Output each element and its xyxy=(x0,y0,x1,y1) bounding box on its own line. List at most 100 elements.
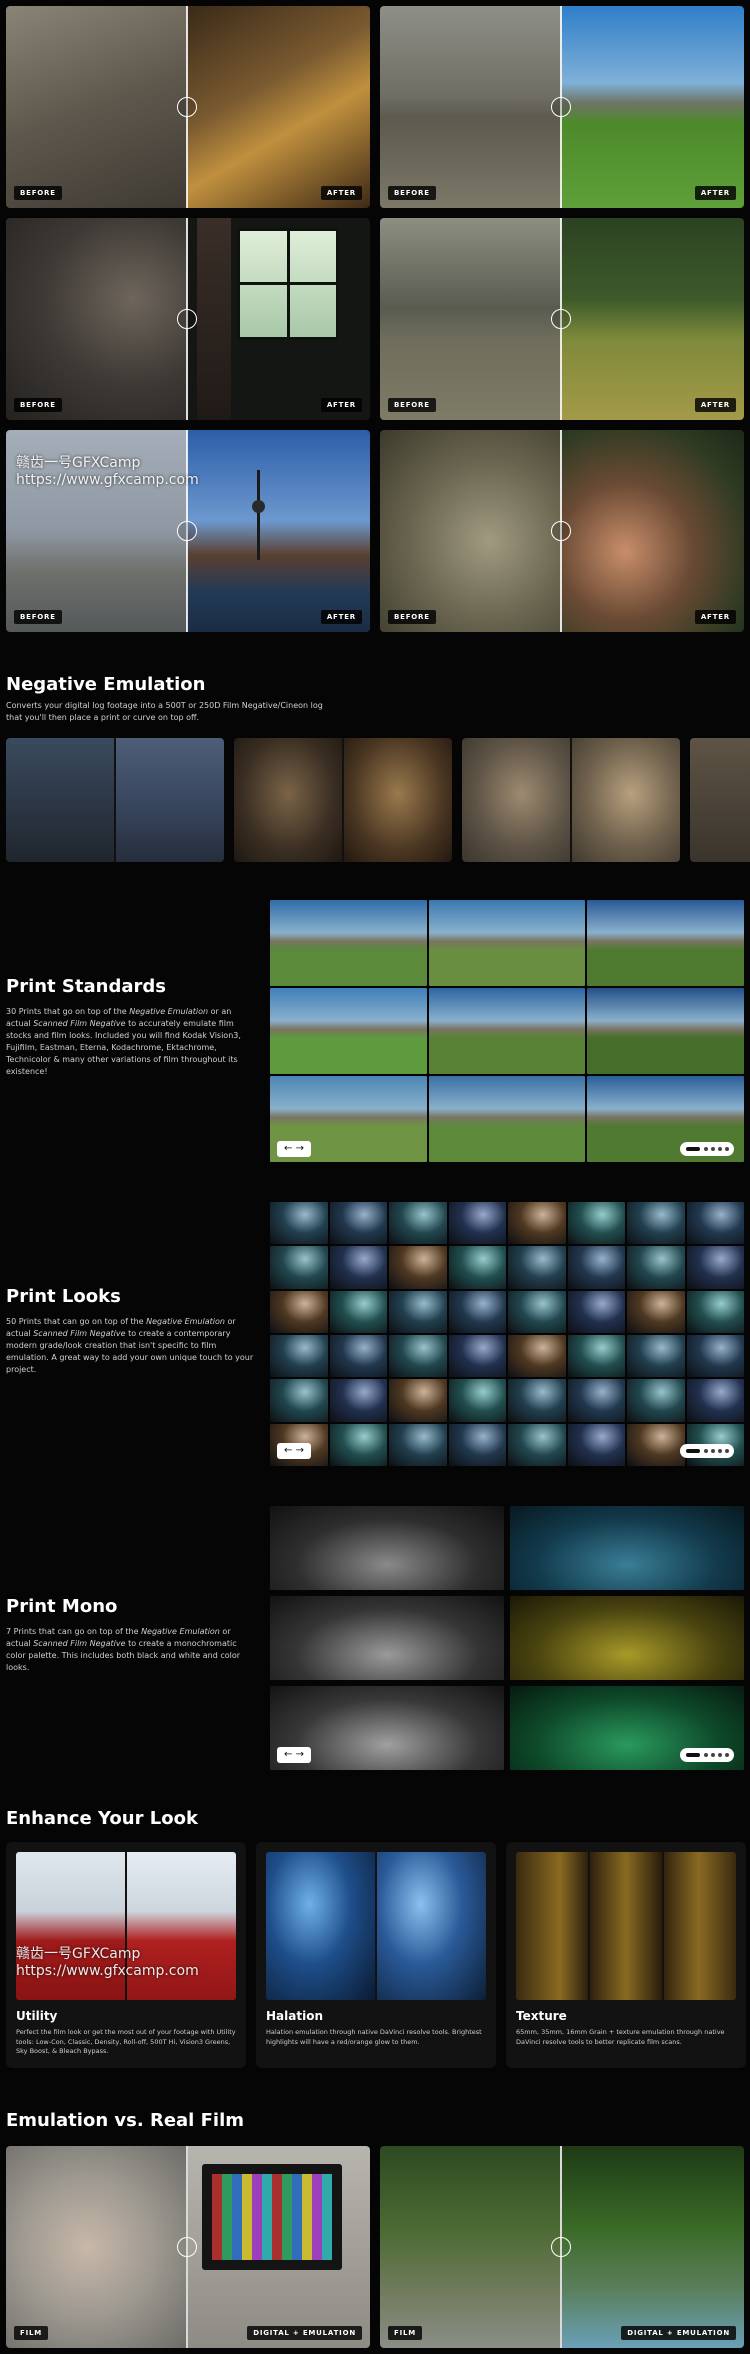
print-look-thumb xyxy=(270,1246,328,1289)
print-look-thumb xyxy=(686,1202,744,1245)
before-after-grid: BEFORE AFTER BEFORE AFTER BEFORE AFTER B… xyxy=(6,6,744,632)
slider-handle[interactable] xyxy=(177,309,197,329)
negative-sample-portrait[interactable] xyxy=(462,738,680,862)
print-look-thumb xyxy=(270,1379,328,1422)
print-look-thumb xyxy=(627,1290,685,1333)
negative-sample-dinner[interactable] xyxy=(234,738,452,862)
card-halation[interactable]: Halation Halation emulation through nati… xyxy=(256,1842,496,2068)
before-label: BEFORE xyxy=(14,186,62,200)
print-mono-pagination[interactable] xyxy=(680,1748,734,1762)
slider-handle[interactable] xyxy=(551,2237,571,2257)
after-label: AFTER xyxy=(320,610,362,624)
print-standard-thumb xyxy=(270,900,427,986)
film-label: FILM xyxy=(388,2326,423,2340)
texture-title: Texture xyxy=(516,2009,567,2023)
card-texture[interactable]: Texture 65mm, 35mm, 16mm Grain + texture… xyxy=(506,1842,746,2068)
before-image xyxy=(380,6,561,208)
watermark-line1: 赣齿一号GFXCamp xyxy=(16,455,141,471)
print-standards-grid xyxy=(270,900,744,1162)
utility-desc: Perfect the film look or get the most ou… xyxy=(16,2028,236,2055)
print-look-thumb xyxy=(329,1379,387,1422)
print-standards-desc: 30 Prints that go on top of the Negative… xyxy=(6,1007,241,1076)
print-look-thumb xyxy=(389,1290,447,1333)
comparison-mountain-field[interactable]: BEFORE AFTER xyxy=(380,6,744,208)
mono-thumb xyxy=(270,1596,504,1680)
before-label: BEFORE xyxy=(14,398,62,412)
utility-title: Utility xyxy=(16,2009,58,2023)
print-look-thumb xyxy=(567,1202,625,1245)
print-standards-arrows[interactable]: ← → xyxy=(277,1141,311,1157)
after-label: AFTER xyxy=(694,610,736,624)
mono-thumb xyxy=(270,1506,504,1590)
print-look-thumb xyxy=(329,1423,387,1466)
negative-sample-street[interactable] xyxy=(6,738,224,862)
after-label: AFTER xyxy=(320,186,362,200)
print-look-thumb xyxy=(686,1246,744,1289)
print-look-thumb xyxy=(448,1246,506,1289)
comparison-color-chart[interactable]: FILM DIGITAL + EMULATION xyxy=(6,2146,370,2348)
slider-handle[interactable] xyxy=(551,521,571,541)
print-standard-thumb xyxy=(270,988,427,1074)
print-look-thumb xyxy=(508,1202,566,1245)
mono-thumb xyxy=(510,1596,744,1680)
print-look-thumb xyxy=(508,1379,566,1422)
print-look-thumb xyxy=(270,1290,328,1333)
digital-emulation-label: DIGITAL + EMULATION xyxy=(621,2326,736,2340)
print-look-thumb xyxy=(389,1334,447,1378)
print-standard-thumb xyxy=(587,900,744,986)
print-looks-title: Print Looks xyxy=(6,1286,121,1307)
comparison-window-dancer[interactable]: BEFORE AFTER xyxy=(6,218,370,420)
print-look-thumb xyxy=(567,1334,625,1378)
print-look-thumb xyxy=(508,1290,566,1333)
comparison-couple-lying[interactable]: BEFORE AFTER xyxy=(380,430,744,632)
negative-carousel[interactable] xyxy=(6,738,750,862)
negative-sample-partial[interactable] xyxy=(690,738,750,862)
print-look-thumb xyxy=(389,1202,447,1245)
print-look-thumb xyxy=(329,1202,387,1245)
print-mono-grid xyxy=(270,1506,744,1770)
slider-handle[interactable] xyxy=(177,521,197,541)
print-look-thumb xyxy=(627,1379,685,1422)
print-look-thumb xyxy=(508,1423,566,1466)
before-image xyxy=(6,218,187,420)
print-standards-pagination[interactable] xyxy=(680,1142,734,1156)
after-label: AFTER xyxy=(694,186,736,200)
print-mono-title: Print Mono xyxy=(6,1596,118,1617)
before-image xyxy=(380,218,561,420)
halation-title: Halation xyxy=(266,2009,323,2023)
print-looks-pagination[interactable] xyxy=(680,1444,734,1458)
after-image xyxy=(561,430,744,632)
after-label: AFTER xyxy=(694,398,736,412)
watermark-bottom: 赣齿一号GFXCamp https://www.gfxcamp.com xyxy=(16,1946,199,1980)
print-look-thumb xyxy=(567,1423,625,1466)
print-mono-arrows[interactable]: ← → xyxy=(277,1747,311,1763)
print-look-thumb xyxy=(686,1290,744,1333)
print-look-thumb xyxy=(448,1379,506,1422)
slider-handle[interactable] xyxy=(551,309,571,329)
print-look-thumb xyxy=(627,1202,685,1245)
mono-thumb xyxy=(510,1506,744,1590)
print-mono-desc: 7 Prints that can go on top of the Negat… xyxy=(6,1627,241,1672)
print-look-thumb xyxy=(329,1290,387,1333)
after-image xyxy=(561,218,744,420)
after-image xyxy=(187,218,370,420)
print-standards-title: Print Standards xyxy=(6,976,166,997)
comparison-garden-pool[interactable]: FILM DIGITAL + EMULATION xyxy=(380,2146,744,2348)
print-looks-arrows[interactable]: ← → xyxy=(277,1443,311,1459)
print-look-thumb xyxy=(270,1202,328,1245)
before-label: BEFORE xyxy=(14,610,62,624)
print-look-thumb xyxy=(448,1290,506,1333)
digital-emulation-label: DIGITAL + EMULATION xyxy=(247,2326,362,2340)
print-look-thumb xyxy=(448,1334,506,1378)
comparison-forest-dance[interactable]: BEFORE AFTER xyxy=(380,218,744,420)
slider-handle[interactable] xyxy=(551,97,571,117)
print-standard-thumb xyxy=(428,988,586,1074)
print-standard-thumb xyxy=(428,900,586,986)
print-look-thumb xyxy=(627,1246,685,1289)
slider-handle[interactable] xyxy=(177,2237,197,2257)
print-look-thumb xyxy=(389,1423,447,1466)
before-label: BEFORE xyxy=(388,398,436,412)
slider-handle[interactable] xyxy=(177,97,197,117)
comparison-artist-studio[interactable]: BEFORE AFTER xyxy=(6,6,370,208)
print-standard-thumb xyxy=(587,988,744,1074)
